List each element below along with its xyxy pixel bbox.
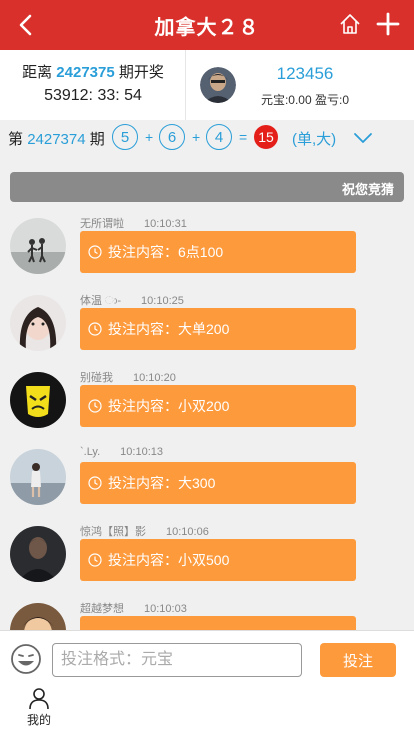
result-sum-ball: 15 xyxy=(254,125,278,149)
bet-meta: 体温 ා- 10:10:25 xyxy=(80,292,184,308)
avatar[interactable] xyxy=(10,218,66,274)
last-issue-prefix: 第 xyxy=(8,131,24,148)
result-ball-3: 4 xyxy=(206,124,232,150)
bettor-name: 惊鸿【照】影 xyxy=(80,526,146,538)
bet-bubble: 投注内容：大单200 xyxy=(80,308,356,350)
tab-mine-label: 我的 xyxy=(26,713,51,727)
last-result-bar: 第 2427374 期 5 + 6 + 4 = 15 (单,大) xyxy=(0,120,414,160)
avatar[interactable] xyxy=(10,372,66,428)
emoji-icon[interactable] xyxy=(10,643,42,675)
avatar[interactable] xyxy=(10,603,66,630)
announcement-marquee: 祝您竞猜 xyxy=(10,172,404,202)
draw-info-panel: 距离 2427375 期开奖 53912: 33: 54 123456 元宝:0… xyxy=(0,50,414,120)
user-name: 123456 xyxy=(276,64,334,83)
home-icon[interactable] xyxy=(338,12,362,36)
add-icon[interactable] xyxy=(374,10,402,38)
bet-meta: `.Ly. 10:10:13 xyxy=(80,446,163,458)
bettor-name: 体温 ා- xyxy=(80,295,122,307)
next-draw-issue: 2427375 xyxy=(56,64,115,81)
clock-icon xyxy=(88,245,102,259)
bet-meta: 无所谓啦 10:10:31 xyxy=(80,215,187,231)
avatar[interactable] xyxy=(10,295,66,351)
bet-content: 投注内容：大单200 xyxy=(108,321,230,337)
list-item: `.Ly. 10:10:13 投注内容：大300 xyxy=(0,446,414,523)
bet-list[interactable]: 无所谓啦 10:10:31 投注内容：6点100 体温 ා- 10:10:25 投注… xyxy=(0,212,414,630)
list-item: 无所谓啦 10:10:31 投注内容：6点100 xyxy=(0,215,414,292)
next-draw-label: 距离 2427375 期开奖 xyxy=(0,61,186,82)
countdown-timer: 53912: 33: 54 xyxy=(44,87,142,104)
bettor-name: 别碰我 xyxy=(80,372,113,384)
plus-sign: + xyxy=(145,129,154,145)
clock-icon xyxy=(88,322,102,336)
bettor-name: 超越梦想 xyxy=(80,603,124,615)
next-draw-suffix: 期开奖 xyxy=(118,64,164,81)
bet-input-bar: 投注 xyxy=(0,630,414,686)
clock-icon xyxy=(88,476,102,490)
list-item: 别碰我 10:10:20 投注内容：小双200 xyxy=(0,369,414,446)
list-item: 超越梦想 10:10:03 xyxy=(0,600,414,630)
bet-input[interactable] xyxy=(52,643,302,677)
plus-sign: + xyxy=(192,129,201,145)
bet-content: 投注内容：小双500 xyxy=(108,552,230,568)
bet-content: 投注内容：大300 xyxy=(108,475,216,491)
next-draw-prefix: 距离 xyxy=(22,64,53,81)
bet-content: 投注内容：小双200 xyxy=(108,398,230,414)
bet-bubble: 投注内容：小双500 xyxy=(80,539,356,581)
list-item: 体温 ා- 10:10:25 投注内容：大单200 xyxy=(0,292,414,369)
bet-bubble: 投注内容：大300 xyxy=(80,462,356,504)
bet-time: 10:10:13 xyxy=(120,446,163,458)
clock-icon xyxy=(88,553,102,567)
user-icon xyxy=(29,688,49,710)
bottom-tab-bar: 我的 xyxy=(0,686,414,736)
avatar[interactable] xyxy=(10,449,66,505)
bet-time: 10:10:25 xyxy=(141,295,184,307)
bet-bubble: 投注内容：6点100 xyxy=(80,231,356,273)
result-ball-1: 5 xyxy=(112,124,138,150)
bettor-name: 无所谓啦 xyxy=(80,218,124,230)
bet-content: 投注内容：6点100 xyxy=(108,244,224,260)
app-header: 加拿大２８ xyxy=(0,0,414,50)
bet-meta: 超越梦想 10:10:03 xyxy=(80,600,187,616)
bet-bubble: 投注内容：小双200 xyxy=(80,385,356,427)
result-ball-2: 6 xyxy=(159,124,185,150)
tab-mine[interactable]: 我的 xyxy=(14,686,64,736)
last-issue-number: 2427374 xyxy=(27,131,86,148)
result-type: (单,大) xyxy=(292,131,337,148)
back-arrow-icon[interactable] xyxy=(12,10,42,40)
user-balance: 元宝:0.00 盈亏:0 xyxy=(260,93,350,107)
clock-icon xyxy=(88,399,102,413)
last-issue-label: 第 2427374 期 xyxy=(8,128,105,149)
bet-time: 10:10:06 xyxy=(166,526,209,538)
user-avatar[interactable] xyxy=(200,67,236,103)
submit-bet-button[interactable]: 投注 xyxy=(320,643,396,677)
bet-time: 10:10:31 xyxy=(144,218,187,230)
countdown-panel: 距离 2427375 期开奖 53912: 33: 54 xyxy=(0,50,186,120)
bet-bubble xyxy=(80,616,356,630)
announcement-text: 祝您竞猜 xyxy=(342,182,395,197)
last-issue-suffix: 期 xyxy=(89,131,105,148)
bet-time: 10:10:03 xyxy=(144,603,187,615)
chevron-down-icon[interactable] xyxy=(352,128,374,148)
bet-meta: 别碰我 10:10:20 xyxy=(80,369,176,385)
list-item: 惊鸿【照】影 10:10:06 投注内容：小双500 xyxy=(0,523,414,600)
equals-sign: = xyxy=(239,129,248,145)
bet-meta: 惊鸿【照】影 10:10:06 xyxy=(80,523,209,539)
bettor-name: `.Ly. xyxy=(80,446,101,458)
page-title: 加拿大２８ xyxy=(154,16,260,39)
bet-time: 10:10:20 xyxy=(133,372,176,384)
avatar[interactable] xyxy=(10,526,66,582)
